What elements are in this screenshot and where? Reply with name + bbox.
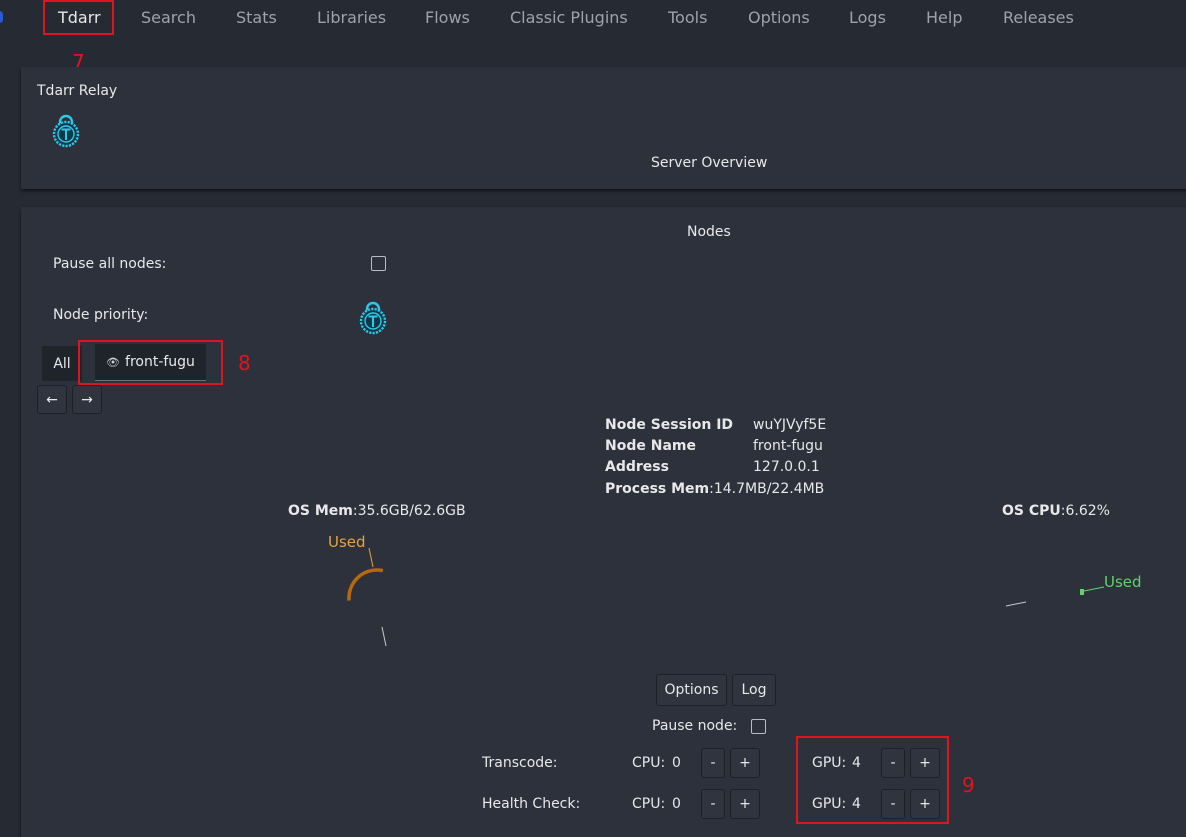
pause-node-label: Pause node:: [652, 718, 738, 734]
cpu-used-arc: [1080, 589, 1084, 595]
transcode-cpu-label: CPU:: [632, 755, 666, 771]
health-check-cpu-label: CPU:: [632, 796, 666, 812]
transcode-cpu-value: 0: [672, 755, 681, 771]
highlight-box-9: [796, 736, 949, 824]
mem-used-arc: [347, 568, 384, 601]
options-button[interactable]: Options: [656, 674, 727, 706]
cpu-used-leader: [1083, 586, 1105, 592]
health-check-cpu-decrement-button[interactable]: -: [701, 789, 725, 819]
mem-free-leader: [381, 626, 387, 647]
transcode-cpu-increment-button[interactable]: +: [730, 748, 760, 778]
usage-charts: [347, 547, 1105, 647]
annotation-9: 9: [962, 773, 975, 797]
health-check-cpu-increment-button[interactable]: +: [730, 789, 760, 819]
mem-used-leader: [368, 547, 374, 568]
transcode-cpu-decrement-button[interactable]: -: [701, 748, 725, 778]
log-button[interactable]: Log: [732, 674, 776, 706]
cpu-free-leader: [1005, 601, 1027, 607]
health-check-cpu-value: 0: [672, 796, 681, 812]
health-check-label: Health Check:: [482, 796, 581, 812]
transcode-label: Transcode:: [482, 755, 558, 771]
pause-node-checkbox[interactable]: [751, 719, 766, 734]
